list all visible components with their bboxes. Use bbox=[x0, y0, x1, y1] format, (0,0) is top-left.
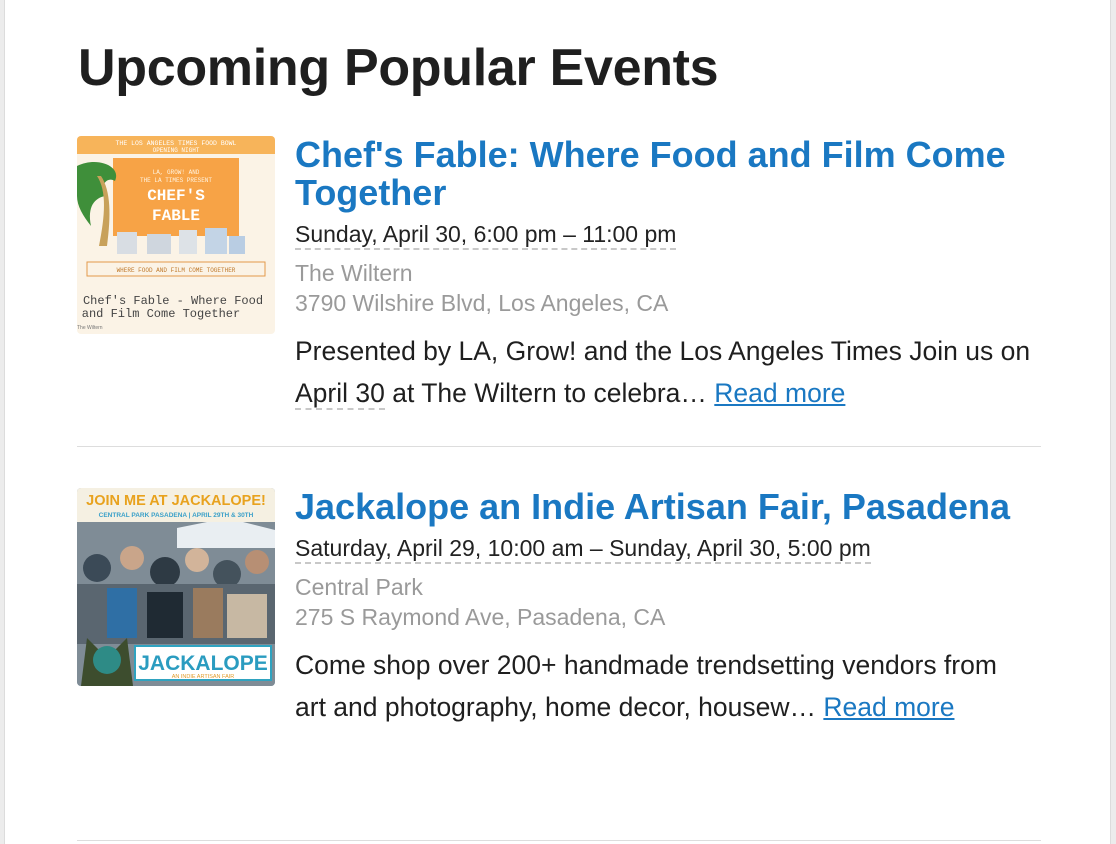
event-address: 3790 Wilshire Blvd, Los Angeles, CA bbox=[295, 290, 669, 316]
description-text: Presented by LA, Grow! and the Los Angel… bbox=[295, 336, 1031, 366]
event-title-link[interactable]: Chef's Fable: Where Food and Film Come T… bbox=[295, 136, 1035, 212]
event-venue: The Wiltern bbox=[295, 260, 413, 286]
svg-text:The Wiltern: The Wiltern bbox=[77, 325, 103, 331]
event-info: Jackalope an Indie Artisan Fair, Pasaden… bbox=[295, 488, 1035, 728]
svg-text:and Film Come Together: and Film Come Together bbox=[82, 307, 240, 321]
read-more-link[interactable]: Read more bbox=[714, 378, 845, 408]
svg-text:JACKALOPE: JACKALOPE bbox=[138, 652, 268, 675]
read-more-link[interactable]: Read more bbox=[823, 692, 954, 722]
event-info: Chef's Fable: Where Food and Film Come T… bbox=[295, 136, 1035, 414]
event-item: JOIN ME AT JACKALOPE! CENTRAL PARK PASAD… bbox=[77, 488, 1041, 808]
divider bbox=[77, 446, 1041, 447]
event-description: Come shop over 200+ handmade trendsettin… bbox=[295, 644, 1035, 728]
svg-text:LA, GROW! AND: LA, GROW! AND bbox=[153, 169, 200, 176]
svg-text:JOIN ME AT JACKALOPE!: JOIN ME AT JACKALOPE! bbox=[86, 493, 266, 509]
svg-text:Chef's Fable - Where Food: Chef's Fable - Where Food bbox=[83, 294, 263, 308]
event-date: Saturday, April 29, 10:00 am – Sunday, A… bbox=[295, 534, 871, 564]
svg-text:CHEF'S: CHEF'S bbox=[147, 187, 205, 205]
svg-text:OPENING NIGHT: OPENING NIGHT bbox=[153, 147, 200, 154]
jackalope-poster: JOIN ME AT JACKALOPE! CENTRAL PARK PASAD… bbox=[77, 488, 275, 686]
divider bbox=[77, 840, 1041, 841]
events-panel: Upcoming Popular Events THE LOS ANGELES … bbox=[4, 0, 1111, 844]
chefs-fable-poster: THE LOS ANGELES TIMES FOOD BOWL OPENING … bbox=[77, 136, 275, 334]
svg-text:WHERE FOOD AND FILM COME TOGET: WHERE FOOD AND FILM COME TOGETHER bbox=[117, 267, 236, 274]
svg-text:THE LOS ANGELES TIMES FOOD BOW: THE LOS ANGELES TIMES FOOD BOWL bbox=[116, 140, 237, 147]
description-date: April 30 bbox=[295, 378, 385, 410]
event-thumbnail[interactable]: JOIN ME AT JACKALOPE! CENTRAL PARK PASAD… bbox=[77, 488, 275, 686]
svg-text:THE LA TIMES PRESENT: THE LA TIMES PRESENT bbox=[140, 177, 212, 184]
event-item: THE LOS ANGELES TIMES FOOD BOWL OPENING … bbox=[77, 136, 1041, 416]
event-address: 275 S Raymond Ave, Pasadena, CA bbox=[295, 604, 666, 630]
description-text: at The Wiltern to celebra… bbox=[384, 378, 715, 408]
event-venue: Central Park bbox=[295, 574, 423, 600]
event-thumbnail[interactable]: THE LOS ANGELES TIMES FOOD BOWL OPENING … bbox=[77, 136, 275, 334]
event-title-link[interactable]: Jackalope an Indie Artisan Fair, Pasaden… bbox=[295, 488, 1035, 526]
svg-text:AN INDIE ARTISAN FAIR: AN INDIE ARTISAN FAIR bbox=[172, 674, 235, 680]
svg-text:FABLE: FABLE bbox=[152, 207, 200, 225]
page-title: Upcoming Popular Events bbox=[78, 39, 719, 97]
event-date: Sunday, April 30, 6:00 pm – 11:00 pm bbox=[295, 220, 677, 250]
svg-text:CENTRAL PARK PASADENA | APRIL: CENTRAL PARK PASADENA | APRIL 29TH & 30T… bbox=[99, 512, 254, 519]
event-description: Presented by LA, Grow! and the Los Angel… bbox=[295, 330, 1035, 414]
